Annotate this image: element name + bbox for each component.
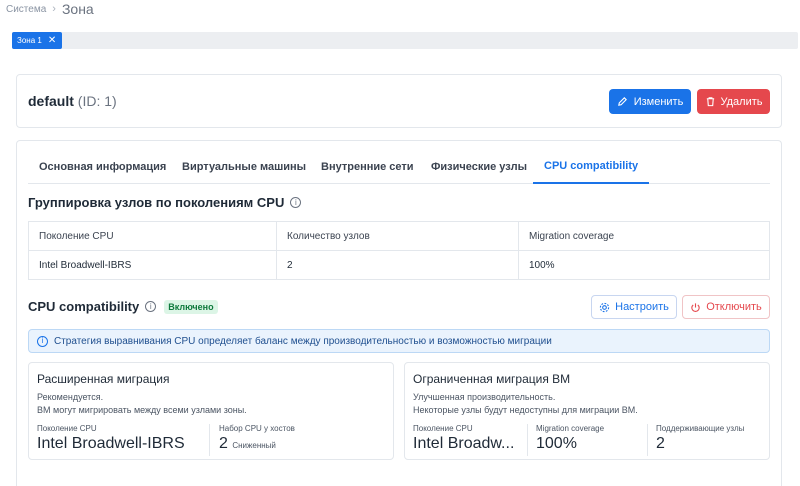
column-header: Поколение CPU (28, 221, 277, 251)
stat-cpu-generation: Поколение CPU Intel Broadw... (413, 424, 514, 453)
stat-cpu-set: Набор CPU у хостов 2 Сниженный (219, 424, 295, 453)
generations-section-title: Группировка узлов по поколениям CPU i (28, 195, 302, 210)
limited-desc-line: Улучшенная производительность. (413, 392, 556, 402)
tab-cpu-compatibility[interactable]: CPU compatibility (533, 149, 650, 184)
stat-value: Intel Broadw... (413, 435, 515, 452)
delete-button-label: Удалить (720, 95, 763, 108)
compat-section-title: CPU compatibility i Включено (28, 299, 218, 314)
tab-physical-nodes[interactable]: Физические узлы (431, 149, 527, 184)
zone-tab-label: Зона 1 (17, 36, 42, 45)
tab-bar: Основная информация Виртуальные машины В… (28, 149, 770, 184)
stat-value: Intel Broadwell-IBRS (37, 435, 185, 452)
entity-name: default (28, 93, 74, 109)
column-header: Количество узлов (276, 221, 519, 251)
stat-value: 2 Сниженный (219, 435, 295, 453)
breadcrumb-current: Зона (61, 1, 94, 17)
tab-general-info[interactable]: Основная информация (39, 149, 166, 184)
delete-button[interactable]: Удалить (697, 89, 770, 114)
configure-button-label: Настроить (615, 301, 669, 313)
stat-supporting-nodes: Поддерживающие узлы 2 (656, 424, 744, 453)
extended-migration-card[interactable]: Расширенная миграция Рекомендуется. ВМ м… (28, 362, 394, 460)
zone-tab[interactable]: Зона 1 ✕ (12, 32, 63, 49)
tab-internal-networks[interactable]: Внутренние сети (321, 149, 414, 184)
entity-id: (ID: 1) (77, 93, 117, 109)
entity-header-card: default (ID: 1) Изменить Удалить (16, 74, 782, 128)
divider (209, 424, 210, 456)
info-icon[interactable]: i (290, 197, 302, 208)
power-icon (691, 302, 700, 312)
stat-cpu-generation: Поколение CPU Intel Broadwell-IBRS (37, 424, 185, 453)
extended-migration-desc: Рекомендуется. ВМ могут мигрировать межд… (37, 391, 247, 417)
pencil-icon (617, 97, 627, 106)
generations-title: Группировка узлов по поколениям CPU (28, 195, 285, 210)
trash-icon (706, 97, 714, 107)
breadcrumb: Система › Зона (6, 0, 94, 18)
disable-button-label: Отключить (706, 301, 762, 313)
gear-icon (599, 302, 610, 312)
limited-desc-line: Некоторые узлы будут недоступны для мигр… (413, 405, 638, 415)
stat-label: Migration coverage (536, 424, 605, 433)
stat-migration-coverage: Migration coverage 100% (536, 424, 604, 453)
compat-title: CPU compatibility (28, 299, 140, 314)
page-title: default (ID: 1) (28, 93, 117, 109)
alert-text: Стратегия выравнивания CPU определяет ба… (54, 335, 552, 347)
configure-button[interactable]: Настроить (591, 295, 677, 319)
limited-migration-desc: Улучшенная производительность. Некоторые… (413, 391, 638, 417)
extended-desc-line: Рекомендуется. (37, 392, 104, 402)
disable-button[interactable]: Отключить (682, 295, 770, 319)
status-badge: Включено (164, 299, 218, 314)
close-icon[interactable]: ✕ (48, 35, 56, 46)
stat-label: Набор CPU у хостов (219, 424, 295, 433)
limited-migration-card[interactable]: Ограниченная миграция ВМ Улучшенная прои… (404, 362, 770, 460)
table-cell: 100% (518, 250, 770, 280)
info-icon: i (37, 335, 48, 347)
stat-sub: Сниженный (232, 441, 276, 450)
limited-migration-title: Ограниченная миграция ВМ (413, 372, 571, 386)
divider (527, 424, 528, 456)
table-cell: 2 (276, 250, 519, 280)
stat-label: Поколение CPU (37, 424, 97, 433)
divider (647, 424, 648, 456)
stat-label: Поддерживающие узлы (656, 424, 745, 433)
edit-button[interactable]: Изменить (609, 89, 691, 114)
stat-label: Поколение CPU (413, 424, 473, 433)
extended-desc-line: ВМ могут мигрировать между всеми узлами … (37, 405, 247, 415)
table-header-row: Поколение CPU Количество узлов Migration… (28, 221, 770, 251)
column-header: Migration coverage (518, 221, 770, 251)
chevron-right-icon: › (52, 3, 56, 15)
stat-value: 100% (536, 435, 577, 452)
table-cell: Intel Broadwell-IBRS (28, 250, 277, 280)
info-alert: i Стратегия выравнивания CPU определяет … (28, 329, 770, 353)
table-row: Intel Broadwell-IBRS 2 100% (28, 250, 770, 280)
stat-number: 2 (219, 435, 228, 452)
info-icon[interactable]: i (145, 301, 157, 312)
zone-details-card: Основная информация Виртуальные машины В… (16, 140, 782, 486)
extended-migration-title: Расширенная миграция (37, 372, 170, 386)
edit-button-label: Изменить (633, 95, 684, 108)
open-tabs-bar: Зона 1 ✕ (12, 32, 798, 49)
generations-table: Поколение CPU Количество узлов Migration… (28, 221, 770, 280)
stat-value: 2 (656, 435, 665, 452)
breadcrumb-root[interactable]: Система (6, 4, 46, 15)
tab-virtual-machines[interactable]: Виртуальные машины (182, 149, 306, 184)
